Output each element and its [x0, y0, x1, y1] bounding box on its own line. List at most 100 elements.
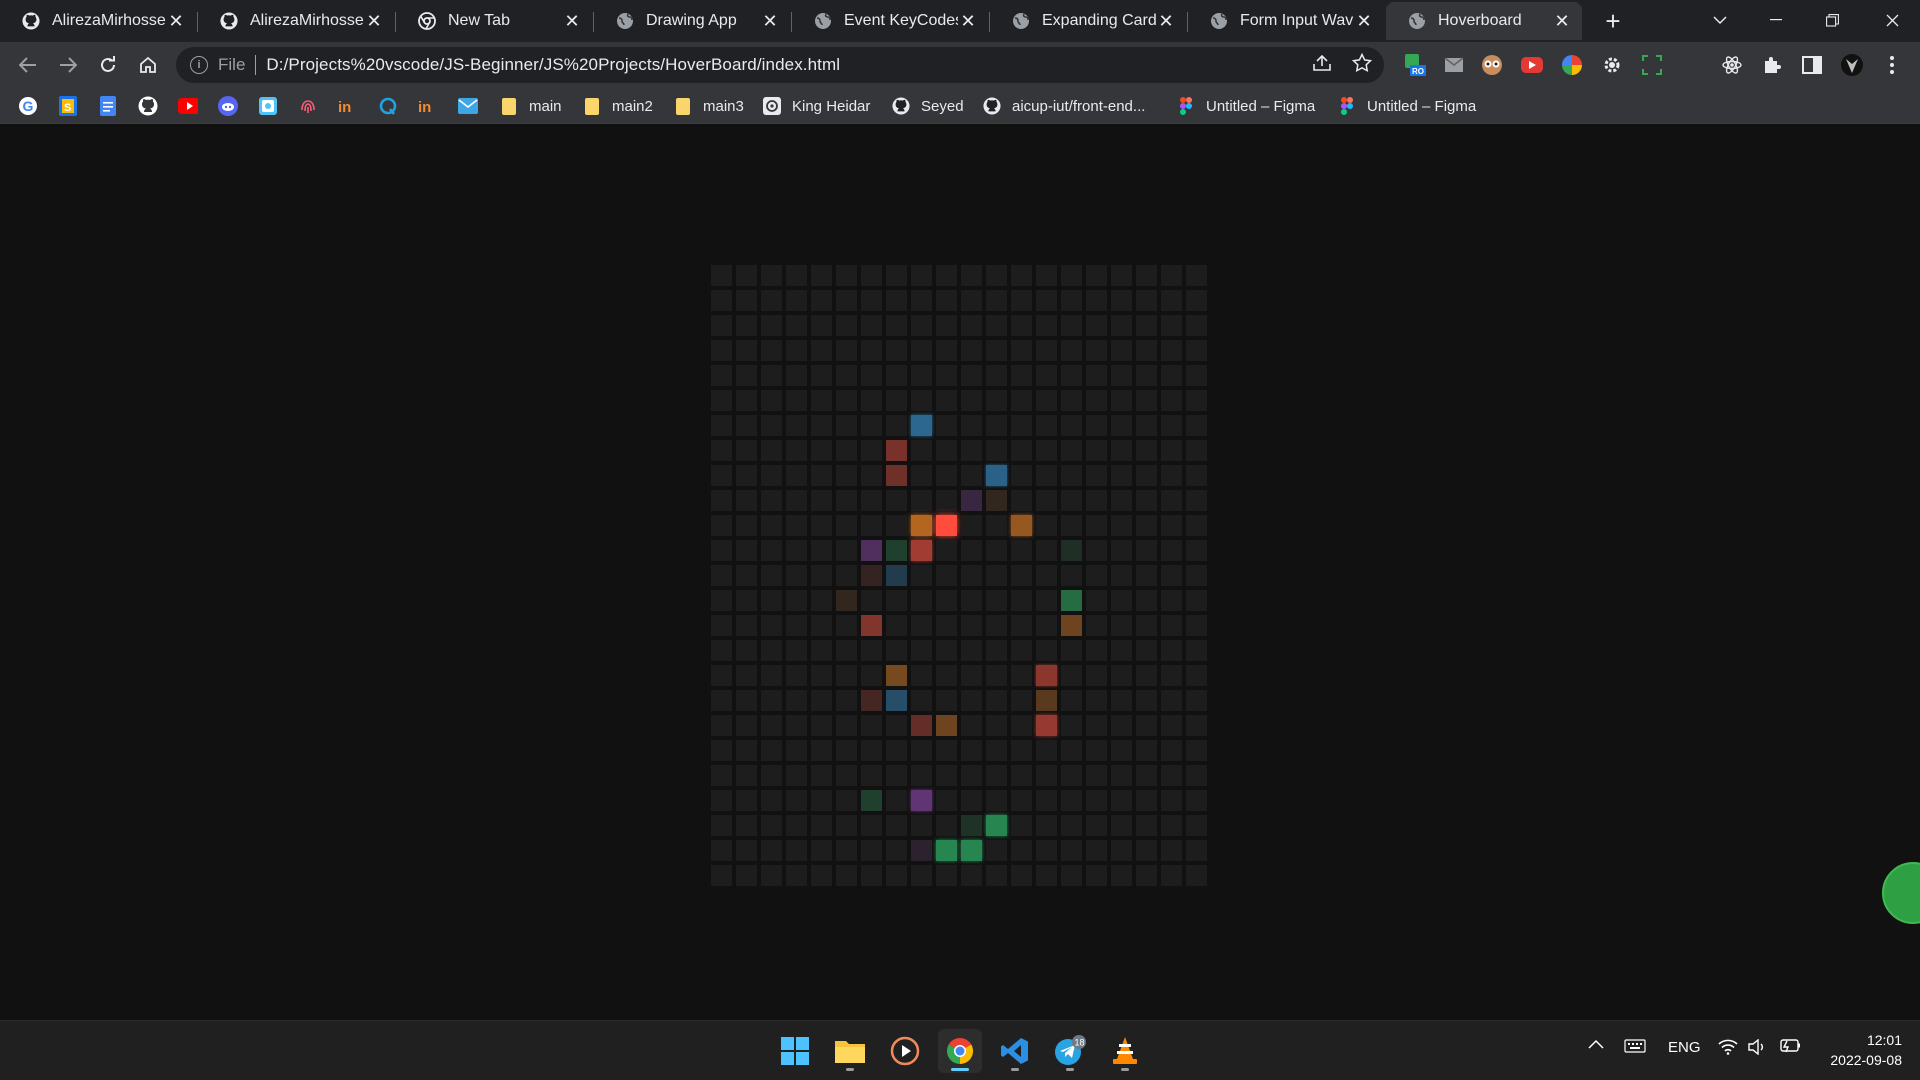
hoverboard-square[interactable] — [986, 640, 1007, 661]
hoverboard-square[interactable] — [1161, 390, 1182, 411]
hoverboard-square[interactable] — [886, 840, 907, 861]
hoverboard-square[interactable] — [786, 440, 807, 461]
hoverboard-square[interactable] — [811, 865, 832, 886]
hoverboard-square[interactable] — [1061, 690, 1082, 711]
hoverboard-square[interactable] — [836, 865, 857, 886]
hoverboard-square[interactable] — [1111, 790, 1132, 811]
hoverboard-square[interactable] — [1136, 265, 1157, 286]
hoverboard-square[interactable] — [1036, 690, 1057, 711]
hoverboard-square[interactable] — [1086, 865, 1107, 886]
hoverboard-square[interactable] — [1036, 565, 1057, 586]
hoverboard-square[interactable] — [1011, 290, 1032, 311]
hoverboard-square[interactable] — [1061, 540, 1082, 561]
hoverboard-square[interactable] — [761, 440, 782, 461]
hoverboard-square[interactable] — [761, 340, 782, 361]
hoverboard-square[interactable] — [861, 415, 882, 436]
hoverboard-square[interactable] — [1136, 615, 1157, 636]
hoverboard-square[interactable] — [1011, 815, 1032, 836]
hoverboard-square[interactable] — [911, 565, 932, 586]
hoverboard-square[interactable] — [1011, 265, 1032, 286]
hoverboard-square[interactable] — [711, 590, 732, 611]
hoverboard-square[interactable] — [811, 315, 832, 336]
hoverboard-square[interactable] — [1011, 440, 1032, 461]
hoverboard-square[interactable] — [1161, 640, 1182, 661]
settings-extension-icon[interactable] — [1600, 53, 1624, 77]
github-icon[interactable] — [138, 96, 158, 116]
color-picker-extension-icon[interactable] — [1560, 53, 1584, 77]
hoverboard-square[interactable] — [811, 415, 832, 436]
hoverboard-square[interactable] — [811, 715, 832, 736]
hoverboard-square[interactable] — [1036, 665, 1057, 686]
bookmark-item[interactable]: Untitled – Figma — [1177, 94, 1315, 118]
hoverboard-square[interactable] — [861, 440, 882, 461]
hoverboard-square[interactable] — [936, 315, 957, 336]
volume-icon[interactable] — [1748, 1039, 1766, 1055]
hoverboard-square[interactable] — [936, 265, 957, 286]
show-hidden-icons-icon[interactable] — [1588, 1039, 1604, 1049]
hoverboard-square[interactable] — [1086, 465, 1107, 486]
hoverboard-square[interactable] — [1011, 765, 1032, 786]
hoverboard-square[interactable] — [936, 465, 957, 486]
hoverboard-square[interactable] — [1186, 715, 1207, 736]
hoverboard-square[interactable] — [761, 490, 782, 511]
hoverboard-square[interactable] — [1161, 690, 1182, 711]
hoverboard-square[interactable] — [711, 690, 732, 711]
hoverboard-square[interactable] — [961, 390, 982, 411]
hoverboard-square[interactable] — [1061, 790, 1082, 811]
hoverboard-square[interactable] — [1061, 440, 1082, 461]
hoverboard-square[interactable] — [1011, 365, 1032, 386]
hoverboard-square[interactable] — [1161, 765, 1182, 786]
hoverboard-square[interactable] — [1036, 715, 1057, 736]
hoverboard-square[interactable] — [961, 640, 982, 661]
hoverboard-square[interactable] — [786, 690, 807, 711]
hoverboard-square[interactable] — [1011, 590, 1032, 611]
hoverboard-square[interactable] — [761, 465, 782, 486]
hoverboard-square[interactable] — [836, 515, 857, 536]
hoverboard-square[interactable] — [886, 390, 907, 411]
hoverboard-square[interactable] — [836, 265, 857, 286]
hoverboard-square[interactable] — [786, 540, 807, 561]
hoverboard-square[interactable] — [886, 865, 907, 886]
hoverboard-square[interactable] — [936, 690, 957, 711]
hoverboard-square[interactable] — [1111, 590, 1132, 611]
browser-tab[interactable]: Drawing App ✕ — [594, 2, 790, 40]
hoverboard-grid[interactable] — [711, 265, 1211, 890]
close-window-icon[interactable] — [1864, 0, 1920, 40]
hoverboard-square[interactable] — [1061, 290, 1082, 311]
hoverboard-square[interactable] — [811, 365, 832, 386]
hoverboard-square[interactable] — [1061, 465, 1082, 486]
hoverboard-square[interactable] — [1036, 490, 1057, 511]
hoverboard-square[interactable] — [1186, 415, 1207, 436]
close-tab-icon[interactable]: ✕ — [364, 11, 384, 31]
hoverboard-square[interactable] — [961, 565, 982, 586]
hoverboard-square[interactable] — [811, 490, 832, 511]
hoverboard-square[interactable] — [1186, 640, 1207, 661]
mail-extension-icon[interactable] — [1442, 53, 1466, 77]
hoverboard-square[interactable] — [1086, 590, 1107, 611]
hoverboard-square[interactable] — [711, 290, 732, 311]
hoverboard-square[interactable] — [961, 365, 982, 386]
bookmark-star-icon[interactable] — [1350, 51, 1374, 75]
hoverboard-square[interactable] — [1011, 740, 1032, 761]
hoverboard-square[interactable] — [1086, 815, 1107, 836]
hoverboard-square[interactable] — [1136, 765, 1157, 786]
hoverboard-square[interactable] — [761, 765, 782, 786]
hoverboard-square[interactable] — [986, 515, 1007, 536]
hoverboard-square[interactable] — [736, 815, 757, 836]
hoverboard-square[interactable] — [1061, 765, 1082, 786]
hoverboard-square[interactable] — [886, 490, 907, 511]
hoverboard-square[interactable] — [1111, 265, 1132, 286]
hoverboard-square[interactable] — [886, 765, 907, 786]
hoverboard-square[interactable] — [1186, 540, 1207, 561]
hoverboard-square[interactable] — [911, 765, 932, 786]
back-icon[interactable] — [12, 49, 44, 81]
hoverboard-square[interactable] — [861, 790, 882, 811]
hoverboard-square[interactable] — [711, 465, 732, 486]
hoverboard-square[interactable] — [711, 365, 732, 386]
hoverboard-square[interactable] — [1011, 490, 1032, 511]
hoverboard-square[interactable] — [986, 565, 1007, 586]
hoverboard-square[interactable] — [936, 615, 957, 636]
hoverboard-square[interactable] — [911, 265, 932, 286]
hoverboard-square[interactable] — [1086, 490, 1107, 511]
hoverboard-square[interactable] — [1111, 390, 1132, 411]
